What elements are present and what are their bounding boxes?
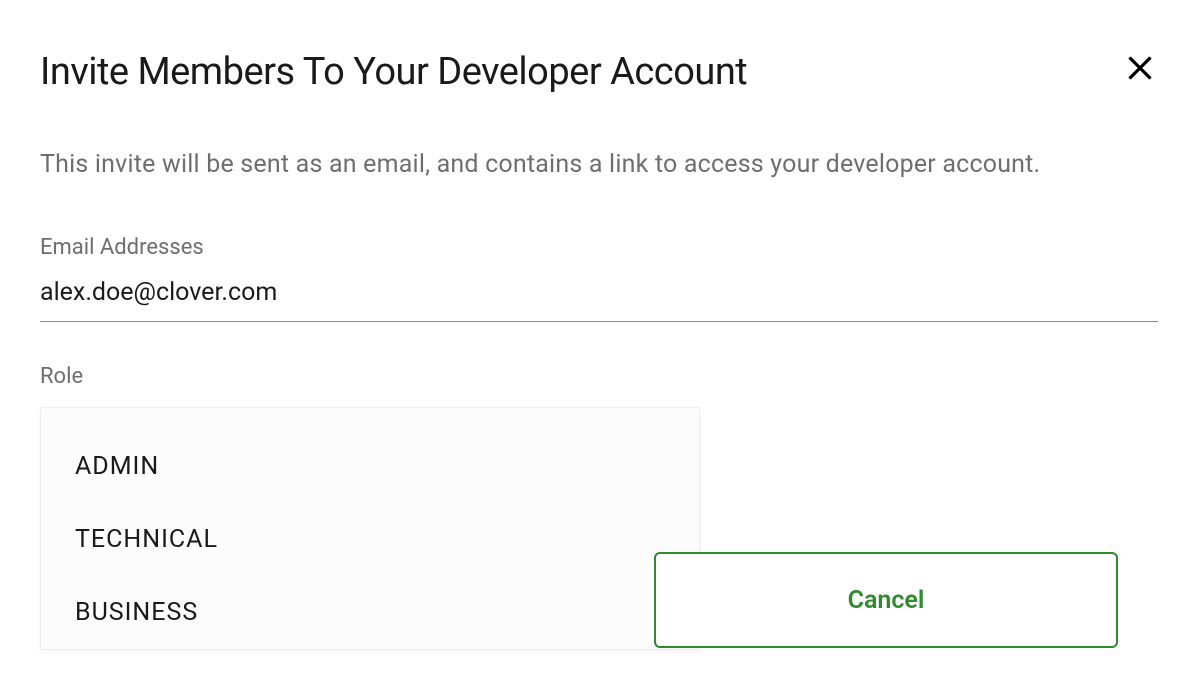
dialog-title: Invite Members To Your Developer Account [40, 50, 747, 94]
email-field-group: Email Addresses [40, 235, 1158, 322]
cancel-button[interactable]: Cancel [654, 552, 1118, 648]
role-dropdown[interactable]: ADMIN TECHNICAL BUSINESS [40, 407, 700, 650]
close-button[interactable] [1122, 50, 1158, 86]
role-option-technical[interactable]: TECHNICAL [41, 503, 699, 576]
email-input[interactable] [40, 278, 1158, 322]
dialog-description: This invite will be sent as an email, an… [40, 142, 1158, 187]
email-label: Email Addresses [40, 235, 1158, 260]
role-label: Role [40, 364, 1158, 389]
close-icon [1126, 54, 1154, 82]
role-dropdown-list: ADMIN TECHNICAL BUSINESS [40, 407, 700, 650]
role-option-business[interactable]: BUSINESS [41, 576, 699, 649]
role-option-admin[interactable]: ADMIN [41, 430, 699, 503]
